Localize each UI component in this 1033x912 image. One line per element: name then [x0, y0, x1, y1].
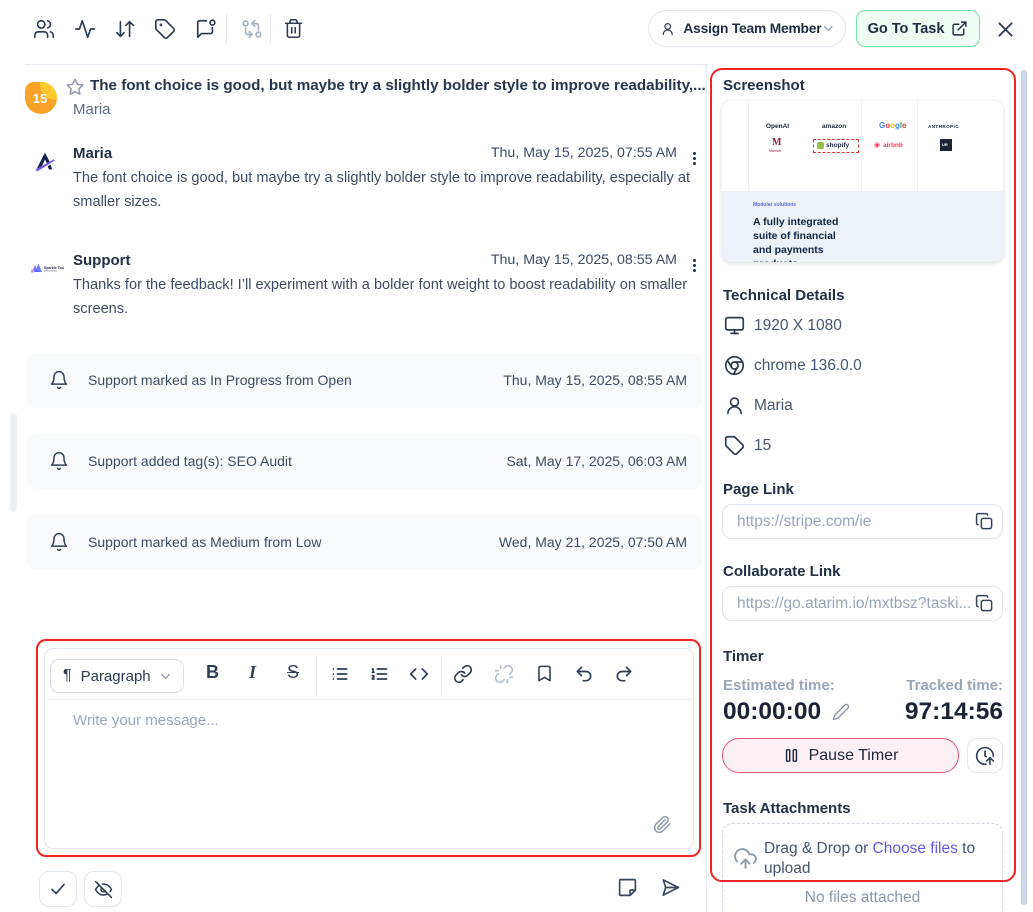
svg-text:Sparkle Tech: Sparkle Tech	[44, 266, 64, 270]
